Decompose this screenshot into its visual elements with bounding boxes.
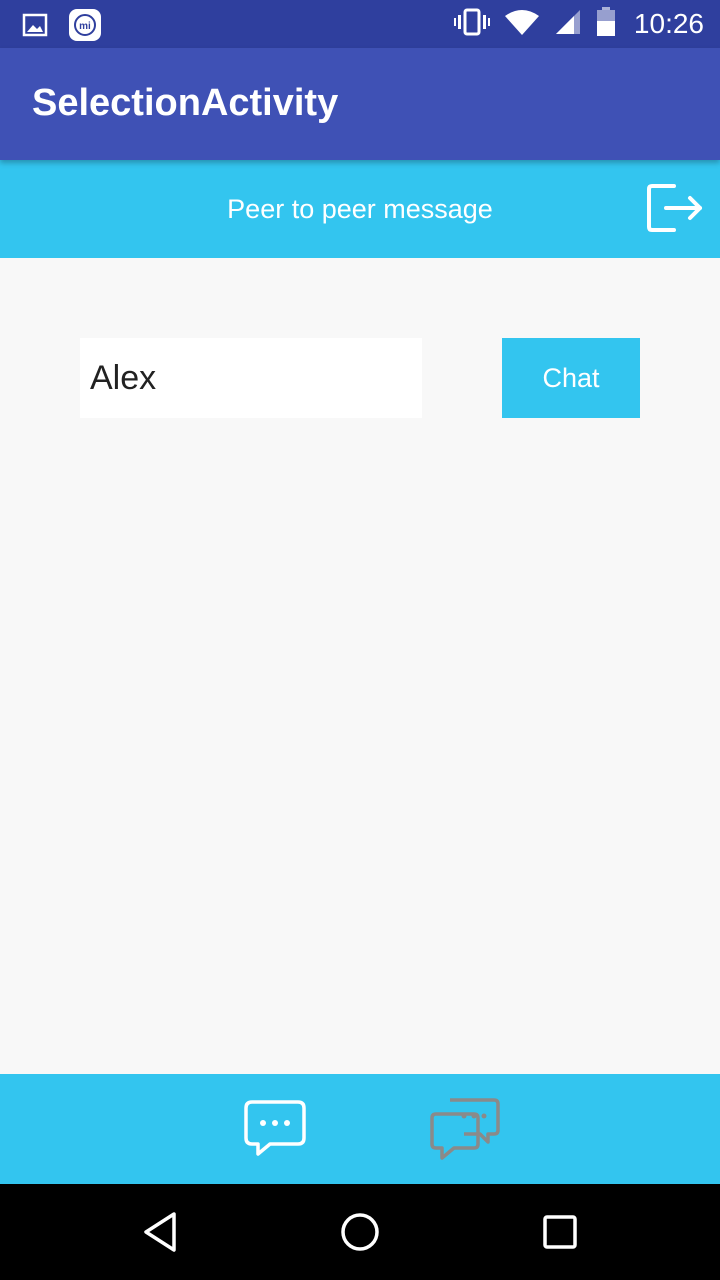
- status-time: 10:26: [633, 8, 704, 39]
- home-icon: [341, 1213, 379, 1251]
- mi-icon: mi: [68, 8, 102, 47]
- app-title: SelectionActivity: [32, 82, 339, 124]
- app-bar: SelectionActivity: [0, 48, 720, 160]
- image-icon: [22, 12, 48, 43]
- recent-apps-icon: [543, 1215, 577, 1249]
- recent-apps-button[interactable]: [538, 1210, 582, 1254]
- status-bar: mi 10:26: [0, 0, 720, 48]
- vibrate-icon: [453, 8, 490, 41]
- signal-icon: [554, 8, 582, 41]
- status-right-icons: 10:26: [453, 0, 704, 48]
- status-left-icons: mi: [22, 8, 102, 47]
- wifi-icon: [504, 8, 540, 41]
- screen: mi 10:26 SelectionActivity Peer to peer …: [0, 0, 720, 1280]
- sub-header: Peer to peer message: [0, 160, 720, 258]
- tab-group-chat[interactable]: [428, 1096, 502, 1162]
- bottom-tab-bar: [0, 1074, 720, 1184]
- tab-peer-chat[interactable]: [242, 1096, 308, 1160]
- sub-header-title: Peer to peer message: [227, 194, 493, 224]
- back-button[interactable]: [138, 1210, 182, 1254]
- home-button[interactable]: [338, 1210, 382, 1254]
- group-chat-icon: [430, 1098, 500, 1160]
- logout-button[interactable]: [644, 178, 706, 238]
- chat-button[interactable]: Chat: [502, 338, 640, 418]
- back-icon: [144, 1212, 176, 1252]
- battery-icon: [596, 6, 616, 42]
- name-input[interactable]: [80, 338, 422, 418]
- chat-bubble-icon: [244, 1100, 306, 1156]
- svg-text:mi: mi: [79, 21, 91, 32]
- system-nav-bar: [0, 1184, 720, 1280]
- logout-icon: [647, 184, 702, 232]
